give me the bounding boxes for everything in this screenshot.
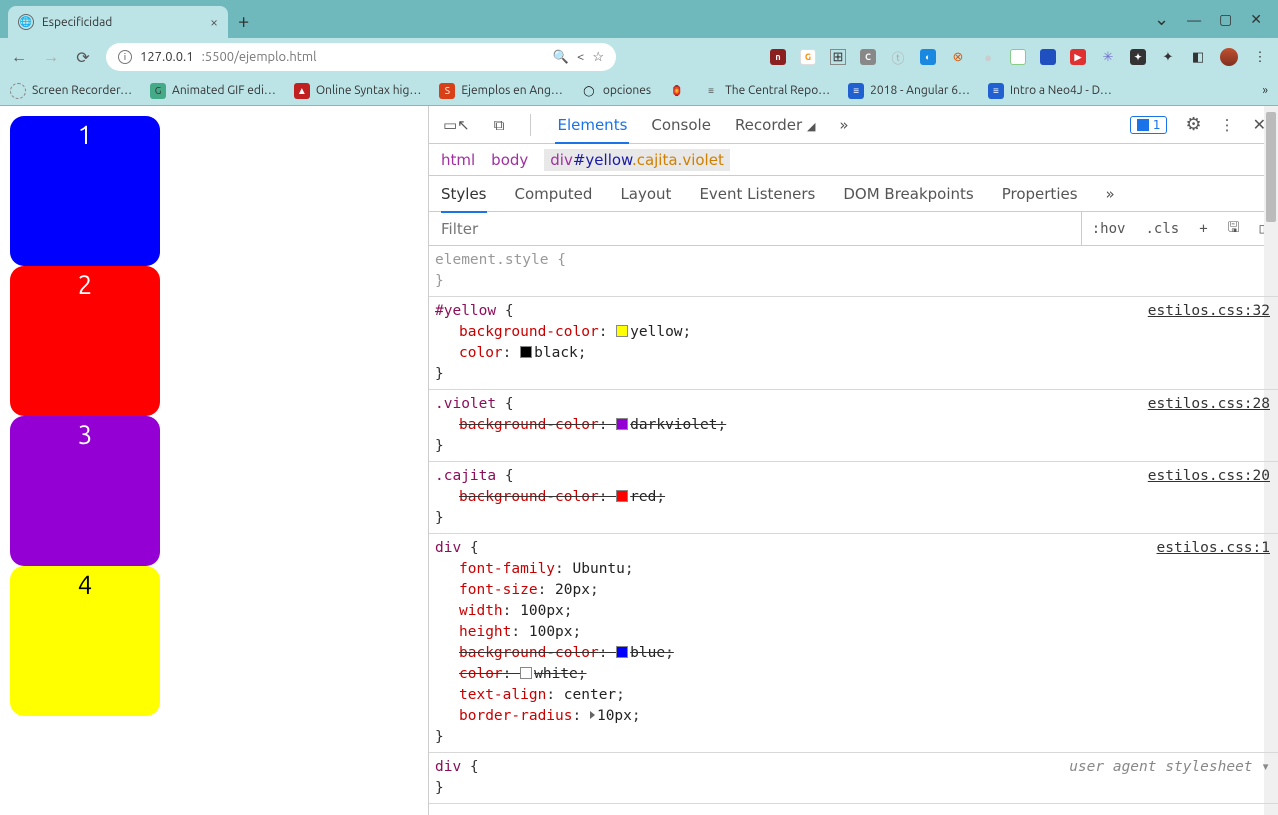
bookmark-item[interactable]: ▲Online Syntax hig… bbox=[294, 83, 422, 99]
close-tab-icon[interactable]: × bbox=[210, 14, 218, 30]
demo-box: 3 bbox=[10, 416, 160, 566]
close-window-icon[interactable]: ✕ bbox=[1250, 11, 1262, 28]
css-rule[interactable]: estilos.css:32#yellow {background-color:… bbox=[429, 297, 1278, 390]
bookmarks-overflow[interactable]: » bbox=[1262, 84, 1268, 97]
styles-filterbar: :hov .cls + 🖫 ◨ bbox=[429, 212, 1278, 246]
ext-icon[interactable] bbox=[1040, 49, 1056, 65]
subtab-styles[interactable]: Styles bbox=[441, 185, 487, 213]
zoom-icon[interactable]: 🔍 bbox=[553, 50, 569, 65]
extension-icons: n G ⊞ C ⓣ ◐ ⊗ ● ≡ ▶ ✳ ✦ ✦ ◧ ⋮ bbox=[770, 48, 1268, 66]
chat-icon bbox=[1137, 119, 1149, 131]
bookmark-item[interactable]: ≡Intro a Neo4J - D… bbox=[988, 83, 1112, 99]
ext-icon[interactable]: ✳ bbox=[1100, 49, 1116, 65]
star-icon[interactable]: ☆ bbox=[592, 50, 604, 65]
url-input[interactable]: i 127.0.0.1 :5500/ejemplo.html 🔍 < ☆ bbox=[106, 43, 616, 71]
menu-icon[interactable]: ⋮ bbox=[1252, 49, 1268, 65]
devtools-toolbar: ▭↖ ⧉ Elements Console Recorder ◢ » 1 ⚙ ⋮… bbox=[429, 106, 1278, 144]
forward-button[interactable]: → bbox=[42, 48, 60, 67]
rule-source[interactable]: user agent stylesheet ▾ bbox=[1069, 757, 1270, 778]
extensions-icon[interactable]: ✦ bbox=[1160, 49, 1176, 65]
subtab-properties[interactable]: Properties bbox=[1002, 185, 1078, 203]
ext-icon[interactable]: ⊞ bbox=[830, 49, 846, 65]
demo-box: 2 bbox=[10, 266, 160, 416]
url-host: 127.0.0.1 bbox=[140, 50, 194, 64]
ext-icon[interactable]: ≡ bbox=[1010, 49, 1026, 65]
ext-icon[interactable]: ⊗ bbox=[950, 49, 966, 65]
bookmark-item[interactable]: GAnimated GIF edi… bbox=[150, 83, 276, 99]
page-content: 1234 bbox=[0, 106, 428, 815]
dom-breadcrumb[interactable]: html body div#yellow.cajita.violet bbox=[429, 144, 1278, 176]
tab-elements[interactable]: Elements bbox=[555, 116, 629, 144]
minimize-icon[interactable]: — bbox=[1187, 12, 1201, 28]
styles-filter-input[interactable] bbox=[429, 220, 1081, 238]
css-rule[interactable]: estilos.css:28.violet {background-color:… bbox=[429, 390, 1278, 462]
kebab-icon[interactable]: ⋮ bbox=[1220, 116, 1235, 134]
new-tab-button[interactable]: + bbox=[238, 9, 249, 32]
bookmark-item[interactable]: ◯opciones bbox=[581, 83, 651, 99]
window-controls: ⌄ — ▢ ✕ bbox=[1154, 9, 1262, 30]
breadcrumb-selected[interactable]: div#yellow.cajita.violet bbox=[544, 149, 730, 171]
ext-icon[interactable]: ▶ bbox=[1070, 49, 1086, 65]
rule-source[interactable]: estilos.css:32 bbox=[1148, 301, 1270, 322]
browser-titlebar: 🌐 Especificidad × + ⌄ — ▢ ✕ bbox=[0, 0, 1278, 38]
inspect-icon[interactable]: ▭↖ bbox=[441, 116, 472, 134]
rule-source[interactable]: estilos.css:20 bbox=[1148, 466, 1270, 487]
url-path: :5500/ejemplo.html bbox=[202, 50, 317, 64]
demo-box: 1 bbox=[10, 116, 160, 266]
breadcrumb-body[interactable]: body bbox=[491, 151, 528, 169]
styles-subtabs: Styles Computed Layout Event Listeners D… bbox=[429, 176, 1278, 212]
ext-icon[interactable]: G bbox=[800, 49, 816, 65]
subtab-eventlisteners[interactable]: Event Listeners bbox=[699, 185, 815, 203]
sidepanel-icon[interactable]: ◧ bbox=[1190, 49, 1206, 65]
styles-pane[interactable]: element.style { } estilos.css:32#yellow … bbox=[429, 246, 1278, 815]
ext-icon[interactable]: ✦ bbox=[1130, 49, 1146, 65]
ext-icon[interactable]: ● bbox=[980, 49, 996, 65]
ext-icon[interactable]: C bbox=[860, 49, 876, 65]
maximize-icon[interactable]: ▢ bbox=[1219, 11, 1232, 28]
ext-icon[interactable]: ⓣ bbox=[890, 49, 906, 65]
hov-toggle[interactable]: :hov bbox=[1082, 221, 1136, 237]
profile-avatar[interactable] bbox=[1220, 48, 1238, 66]
bookmark-item[interactable]: SEjemplos en Ang… bbox=[439, 83, 563, 99]
globe-icon: 🌐 bbox=[18, 14, 34, 30]
css-rule[interactable]: estilos.css:1div {font-family: Ubuntu;fo… bbox=[429, 534, 1278, 753]
tab-recorder[interactable]: Recorder ◢ bbox=[733, 116, 817, 134]
cls-toggle[interactable]: .cls bbox=[1135, 221, 1189, 237]
ext-icon[interactable]: ◐ bbox=[920, 49, 936, 65]
tabs-overflow[interactable]: » bbox=[837, 116, 850, 134]
element-style-rule[interactable]: element.style { } bbox=[429, 246, 1278, 297]
devtools-panel: ▭↖ ⧉ Elements Console Recorder ◢ » 1 ⚙ ⋮… bbox=[428, 106, 1278, 815]
back-button[interactable]: ← bbox=[10, 48, 28, 67]
subtab-computed[interactable]: Computed bbox=[515, 185, 593, 203]
issues-badge[interactable]: 1 bbox=[1130, 116, 1168, 134]
bookmarks-bar: Screen Recorder… GAnimated GIF edi… ▲Onl… bbox=[0, 76, 1278, 106]
css-rule[interactable]: estilos.css:20.cajita {background-color:… bbox=[429, 462, 1278, 534]
subtab-dombreakpoints[interactable]: DOM Breakpoints bbox=[843, 185, 973, 203]
bookmark-item[interactable]: Screen Recorder… bbox=[10, 83, 132, 99]
device-icon[interactable]: ⧉ bbox=[492, 116, 507, 134]
rule-source[interactable]: estilos.css:1 bbox=[1157, 538, 1271, 559]
chevron-down-icon[interactable]: ⌄ bbox=[1154, 9, 1169, 30]
bookmark-item[interactable]: ≡2018 - Angular 6… bbox=[848, 83, 970, 99]
ext-icon[interactable]: n bbox=[770, 49, 786, 65]
rule-source[interactable]: estilos.css:28 bbox=[1148, 394, 1270, 415]
browser-tab[interactable]: 🌐 Especificidad × bbox=[8, 6, 228, 38]
share-icon[interactable]: < bbox=[577, 50, 584, 64]
bookmark-item[interactable]: 🏮 bbox=[669, 83, 685, 99]
breadcrumb-html[interactable]: html bbox=[441, 151, 475, 169]
new-rule-button[interactable]: + bbox=[1189, 221, 1217, 237]
tab-title: Especificidad bbox=[42, 16, 112, 29]
css-rule[interactable]: user agent stylesheet ▾div {} bbox=[429, 753, 1278, 804]
tab-console[interactable]: Console bbox=[649, 116, 713, 134]
subtab-layout[interactable]: Layout bbox=[620, 185, 671, 203]
subtabs-overflow[interactable]: » bbox=[1106, 185, 1115, 203]
demo-box: 4 bbox=[10, 566, 160, 716]
bookmark-item[interactable]: ≡The Central Repo… bbox=[703, 83, 830, 99]
computed-toggle-icon[interactable]: 🖫 bbox=[1218, 217, 1250, 241]
site-info-icon[interactable]: i bbox=[118, 50, 132, 64]
reload-button[interactable]: ⟳ bbox=[74, 48, 92, 67]
gear-icon[interactable]: ⚙ bbox=[1185, 114, 1201, 135]
address-bar: ← → ⟳ i 127.0.0.1 :5500/ejemplo.html 🔍 < … bbox=[0, 38, 1278, 76]
